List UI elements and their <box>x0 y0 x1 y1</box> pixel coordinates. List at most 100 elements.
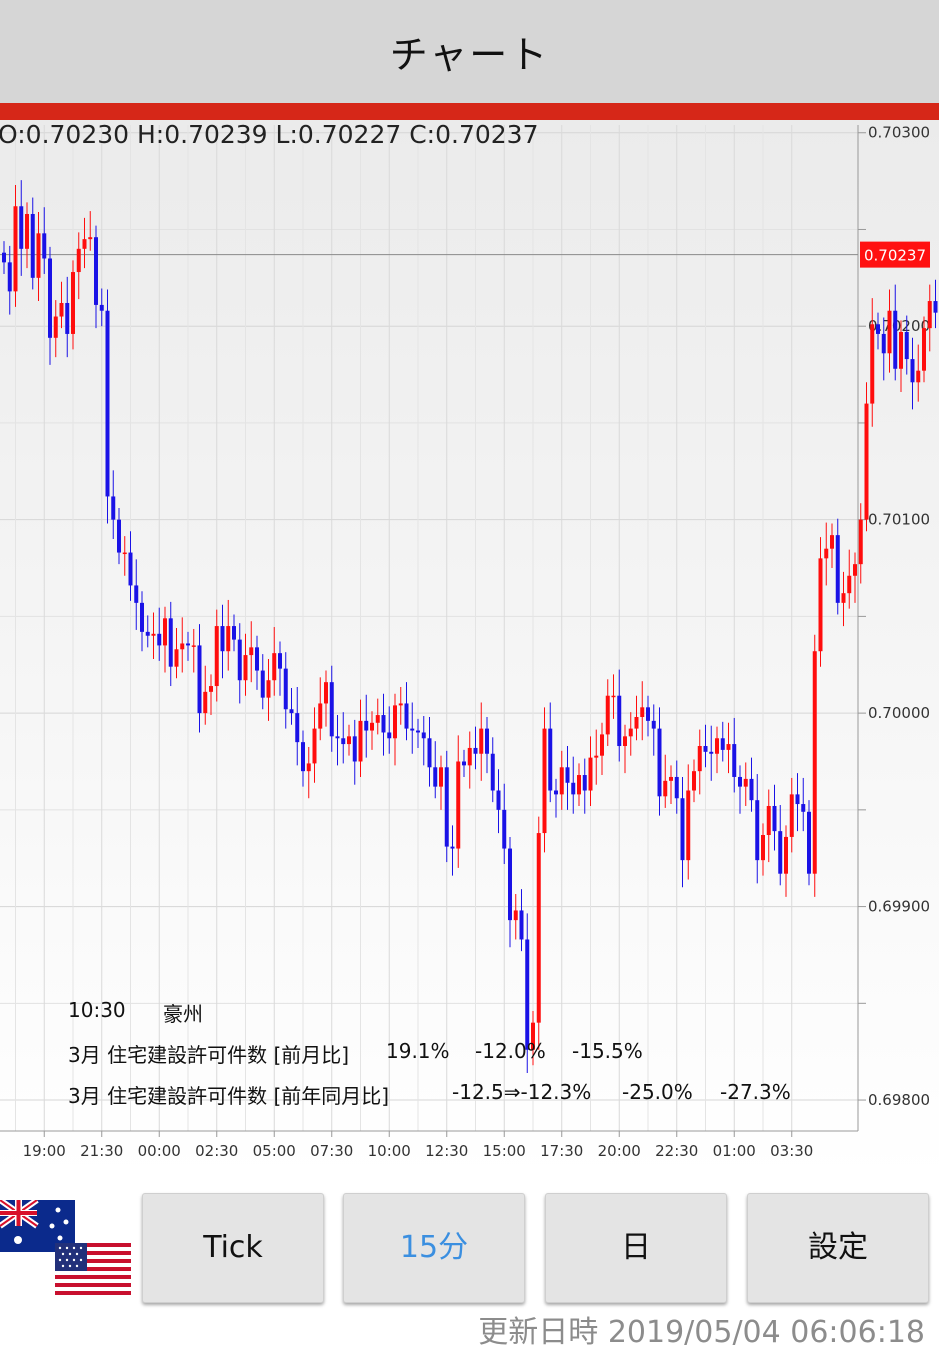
y-tick-label: 0.70100 <box>868 511 930 529</box>
candle-body <box>467 747 472 766</box>
candle-body <box>2 252 6 263</box>
candle-body <box>784 836 788 874</box>
candle-body <box>847 575 852 594</box>
candle-body <box>352 736 357 762</box>
candle-body <box>444 767 449 847</box>
candle-body <box>887 310 892 354</box>
page-title: チャート <box>389 33 550 77</box>
y-tick-label: 0.70300 <box>868 124 930 142</box>
x-tick-label: 19:00 <box>23 1142 66 1160</box>
candle-body <box>738 776 742 787</box>
candle-body <box>88 237 93 240</box>
accent-bar <box>0 103 939 120</box>
daily-button[interactable]: 日 <box>545 1193 727 1303</box>
candle-body <box>651 720 656 729</box>
x-tick-label: 22:30 <box>655 1142 698 1160</box>
x-tick-label: 01:00 <box>713 1142 756 1160</box>
candle-body <box>30 213 35 278</box>
candle-body <box>835 535 840 603</box>
candle-body <box>427 738 432 768</box>
candle-body <box>485 728 489 754</box>
candle-body <box>743 778 748 787</box>
candle-body <box>220 626 225 652</box>
candle-body <box>525 939 530 1050</box>
candle-body <box>191 645 196 647</box>
candle-body <box>25 213 29 249</box>
candle-body <box>370 722 374 731</box>
candle-body <box>795 794 800 805</box>
candle-body <box>536 833 541 1023</box>
candle-body <box>7 262 12 292</box>
candle-body <box>686 790 691 861</box>
candle-body <box>157 633 162 646</box>
event-forecast: -25.0% <box>622 1080 693 1104</box>
x-tick-label: 20:00 <box>598 1142 641 1160</box>
candle-body <box>772 805 777 832</box>
candle-body <box>807 811 811 874</box>
candle-body <box>692 771 696 791</box>
tick-button[interactable]: Tick <box>142 1193 324 1303</box>
candle-body <box>789 794 794 837</box>
candle-body <box>594 755 599 758</box>
candle-body <box>404 703 409 729</box>
candle-body <box>646 707 650 721</box>
candle-body <box>226 626 231 652</box>
x-tick-label: 07:30 <box>310 1142 353 1160</box>
candle-body <box>375 715 380 723</box>
15min-button[interactable]: 15分 <box>343 1193 525 1303</box>
candle-body <box>922 328 926 371</box>
current-price-label: 0.70237 <box>864 247 926 265</box>
x-tick-label: 10:00 <box>368 1142 411 1160</box>
candle-body <box>122 552 127 555</box>
candle-body <box>289 709 294 714</box>
candle-body <box>634 716 639 729</box>
candlestick-chart[interactable]: 0.703000.702000.701000.700000.699000.698… <box>0 120 939 1180</box>
candle-body <box>720 738 725 750</box>
candle-body <box>709 751 714 754</box>
candle-body <box>853 564 857 576</box>
event-previous: -27.3% <box>720 1080 791 1104</box>
candle-body <box>48 258 52 338</box>
candle-body <box>387 732 392 739</box>
candle-body <box>881 333 886 354</box>
event-previous: -15.5% <box>572 1039 643 1063</box>
candle-body <box>329 682 334 737</box>
candle-body <box>36 233 41 278</box>
candle-body <box>582 775 587 791</box>
candle-body <box>324 682 328 704</box>
candle-body <box>134 585 139 603</box>
settings-button[interactable]: 設定 <box>747 1193 929 1303</box>
candle-body <box>726 744 731 750</box>
candle-body <box>456 761 461 849</box>
candle-body <box>904 332 909 360</box>
candle-body <box>214 626 219 687</box>
candle-body <box>496 790 501 810</box>
candle-body <box>416 730 420 733</box>
candle-body <box>559 767 564 795</box>
usd-flag-icon[interactable] <box>55 1243 131 1295</box>
event-time: 10:30 <box>68 998 126 1022</box>
candle-body <box>410 728 415 731</box>
candle-body <box>876 324 880 334</box>
last-updated: 更新日時 2019/05/04 06:06:18 <box>478 1315 925 1350</box>
candle-body <box>13 206 18 292</box>
candle-body <box>168 618 173 667</box>
candle-body <box>910 359 915 383</box>
candle-body <box>232 626 236 640</box>
candle-body <box>237 639 242 681</box>
candle-body <box>715 738 719 754</box>
candle-body <box>335 736 340 739</box>
candle-body <box>393 705 397 739</box>
candle-body <box>870 324 875 404</box>
candle-body <box>623 736 627 747</box>
candle-body <box>42 233 47 259</box>
candle-body <box>278 653 282 669</box>
candle-body <box>295 713 300 743</box>
event-actual: -12.5⇒-12.3% <box>452 1080 592 1104</box>
y-tick-label: 0.69800 <box>868 1091 930 1109</box>
app-header: チャート <box>0 0 939 103</box>
candle-body <box>203 691 208 714</box>
candle-body <box>554 790 558 795</box>
candle-body <box>657 728 662 797</box>
candle-body <box>617 695 622 747</box>
